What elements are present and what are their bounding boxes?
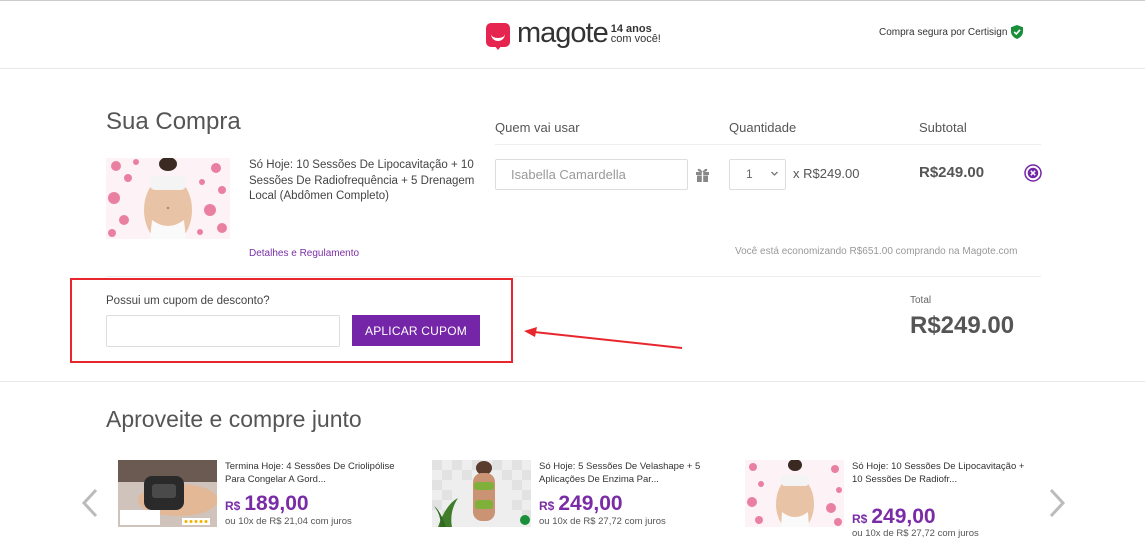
- quantity-value: 1: [746, 167, 753, 181]
- row-divider: [106, 276, 1041, 277]
- secure-purchase-badge: Compra segura por Certisign: [879, 25, 1024, 39]
- item-subtotal: R$249.00: [919, 164, 985, 181]
- coupon-input[interactable]: [106, 315, 340, 347]
- quantity-select[interactable]: 1: [729, 159, 786, 190]
- coupon-label: Possui um cupom de desconto?: [106, 295, 270, 307]
- upsell-product-image[interactable]: [745, 460, 844, 527]
- gift-icon[interactable]: [695, 167, 710, 182]
- price-value: 249,00: [871, 505, 936, 528]
- remove-item-icon[interactable]: [1024, 164, 1042, 182]
- apply-coupon-button[interactable]: APLICAR CUPOM: [352, 315, 480, 346]
- product-name[interactable]: Só Hoje: 10 Sessões De Lipocavitação + 1…: [249, 158, 484, 205]
- product-image[interactable]: [106, 158, 230, 239]
- magote-logo[interactable]: magote 14 anos com você!: [486, 17, 661, 50]
- bikini-model-photo-illustration: [432, 460, 531, 527]
- price-value: 189,00: [244, 492, 309, 515]
- upsell-price: R$ 189,00: [225, 492, 309, 516]
- upsell-product-image[interactable]: [432, 460, 531, 527]
- header-divider: [495, 144, 1041, 145]
- product-photo-illustration: [106, 158, 230, 239]
- total-value: R$249.00: [910, 312, 1015, 339]
- upsell-title-text[interactable]: Só Hoje: 5 Sessões De Velashape + 5 Apli…: [539, 460, 721, 486]
- unit-price: x R$249.00: [793, 166, 860, 181]
- chevron-right-icon[interactable]: [1047, 487, 1067, 519]
- price-value: 249,00: [558, 492, 623, 515]
- upsell-card[interactable]: Termina Hoje: 4 Sessões De Criolipólise …: [118, 460, 408, 550]
- logo-text: magote: [517, 17, 609, 49]
- savings-message: Você está economizando R$651.00 comprand…: [735, 246, 1018, 257]
- cryolipolysis-photo-illustration: [118, 460, 217, 527]
- installments: ou 10x de R$ 27,72 com juros: [539, 516, 666, 527]
- upsell-product-image[interactable]: [118, 460, 217, 527]
- column-header-subtotal: Subtotal: [919, 120, 967, 135]
- upsell-title: Aproveite e compre junto: [106, 406, 362, 432]
- site-header: magote 14 anos com você! Compra segura p…: [0, 0, 1145, 69]
- upsell-title-text[interactable]: Só Hoje: 10 Sessões De Lipocavitação + 1…: [852, 460, 1034, 486]
- currency-symbol: R$: [539, 499, 555, 513]
- annotation-arrow: [524, 327, 683, 349]
- logo-tagline-text: com você!: [610, 33, 661, 45]
- currency-symbol: R$: [225, 499, 241, 513]
- shield-check-icon: [1011, 25, 1024, 39]
- installments: ou 10x de R$ 27,72 com juros: [852, 528, 979, 539]
- logo-tagline: 14 anos com você!: [610, 24, 661, 45]
- column-header-quantity: Quantidade: [729, 120, 797, 135]
- details-and-rules-link[interactable]: Detalhes e Regulamento: [249, 248, 359, 259]
- upsell-price: R$ 249,00: [539, 492, 623, 516]
- currency-symbol: R$: [852, 512, 868, 526]
- upsell-price: R$ 249,00: [852, 505, 936, 529]
- chevron-left-icon[interactable]: [80, 487, 100, 519]
- page-title: Sua Compra: [106, 108, 241, 135]
- user-name-input[interactable]: [495, 159, 688, 190]
- column-header-user: Quem vai usar: [495, 120, 580, 135]
- upsell-card[interactable]: Só Hoje: 10 Sessões De Lipocavitação + 1…: [745, 460, 1035, 550]
- upsell-title-text[interactable]: Termina Hoje: 4 Sessões De Criolipólise …: [225, 460, 407, 486]
- chevron-down-icon: [771, 171, 778, 176]
- installments: ou 10x de R$ 21,04 com juros: [225, 516, 352, 527]
- total-label: Total: [910, 295, 932, 306]
- upsell-card[interactable]: Só Hoje: 5 Sessões De Velashape + 5 Apli…: [432, 460, 722, 550]
- lipocavitation-photo-illustration: [745, 460, 844, 527]
- section-divider: [0, 381, 1145, 382]
- magote-logo-icon: [486, 23, 510, 50]
- secure-purchase-text: Compra segura por Certisign: [879, 26, 1008, 38]
